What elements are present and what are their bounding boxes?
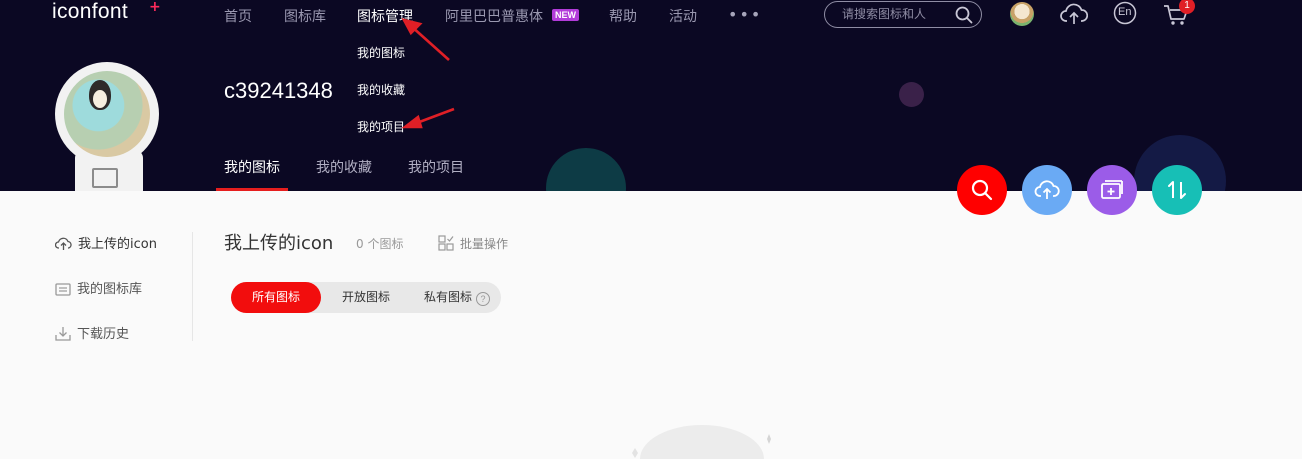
profile-username: c39241348 bbox=[224, 78, 333, 103]
iconfont-logo[interactable]: iconfont bbox=[52, 0, 128, 24]
search-icon[interactable] bbox=[955, 6, 973, 24]
nav-icon-management[interactable]: 图标管理 bbox=[357, 6, 413, 26]
profile-avatar[interactable] bbox=[55, 62, 159, 166]
batch-operation-label: 批量操作 bbox=[460, 237, 509, 251]
add-project-action-button[interactable] bbox=[1087, 165, 1137, 215]
sidebar-item-label: 下载历史 bbox=[77, 327, 130, 342]
download-icon bbox=[55, 327, 71, 341]
sidebar-item-label: 我的图标库 bbox=[77, 282, 143, 297]
search-box[interactable] bbox=[824, 1, 982, 28]
more-menu-icon[interactable]: ••• bbox=[728, 5, 762, 24]
section-title: 我上传的icon bbox=[224, 233, 334, 254]
upload-action-button[interactable] bbox=[1022, 165, 1072, 215]
library-icon bbox=[55, 283, 71, 296]
batch-grid-icon bbox=[438, 235, 454, 251]
tab-my-collections[interactable]: 我的收藏 bbox=[316, 157, 372, 177]
filter-private-label: 私有图标 bbox=[423, 290, 472, 304]
decorative-bubble bbox=[546, 148, 626, 191]
tab-my-icons[interactable]: 我的图标 bbox=[224, 157, 280, 177]
dropdown-my-icons[interactable]: 我的图标 bbox=[357, 44, 405, 61]
dropdown-my-collections[interactable]: 我的收藏 bbox=[357, 81, 405, 98]
search-input[interactable] bbox=[842, 7, 952, 21]
sidebar-item-uploaded-icons[interactable]: 我上传的icon bbox=[54, 233, 157, 252]
new-badge: NEW bbox=[552, 9, 579, 21]
icon-count: 0 个图标 bbox=[356, 237, 404, 251]
user-avatar[interactable] bbox=[1010, 2, 1034, 26]
penguin-belly bbox=[93, 90, 107, 108]
logo-plus-mark: + bbox=[149, 0, 161, 15]
active-tab-indicator bbox=[216, 188, 288, 191]
language-label: En bbox=[1118, 6, 1132, 18]
sidebar-item-download-history[interactable]: 下载历史 bbox=[55, 323, 129, 342]
sidebar-divider bbox=[192, 232, 193, 341]
filter-private-icons[interactable]: 私有图标? bbox=[415, 282, 499, 313]
dropdown-my-projects[interactable]: 我的项目 bbox=[357, 118, 405, 135]
sidebar-item-label: 我上传的icon bbox=[78, 237, 157, 252]
nav-icon-library[interactable]: 图标库 bbox=[284, 6, 326, 26]
batch-operation-button[interactable]: 批量操作 bbox=[438, 235, 508, 252]
sort-arrows-icon bbox=[1168, 181, 1186, 199]
sidebar-item-icon-library[interactable]: 我的图标库 bbox=[55, 278, 142, 297]
nav-alibaba-puhuiti[interactable]: 阿里巴巴普惠体 bbox=[445, 6, 543, 26]
upload-cloud-icon[interactable] bbox=[1060, 1, 1088, 27]
decorative-bubble bbox=[899, 82, 924, 107]
empty-state-illustration bbox=[632, 425, 771, 459]
top-header: iconfont + 首页 图标库 图标管理 阿里巴巴普惠体 NEW 帮助 活动… bbox=[0, 0, 1302, 191]
filter-public-icons[interactable]: 开放图标 bbox=[327, 282, 405, 313]
filter-all-icons[interactable]: 所有图标 bbox=[231, 282, 321, 313]
help-icon[interactable]: ? bbox=[476, 292, 490, 306]
nav-help[interactable]: 帮助 bbox=[609, 6, 637, 26]
search-icon bbox=[971, 179, 993, 201]
astronaut-chest-panel bbox=[92, 168, 118, 188]
sort-action-button[interactable] bbox=[1152, 165, 1202, 215]
upload-cloud-icon bbox=[1034, 180, 1060, 199]
icon-filter-tabs: 所有图标 开放图标 私有图标? bbox=[231, 282, 501, 313]
add-project-icon bbox=[1101, 180, 1123, 199]
search-action-button[interactable] bbox=[957, 165, 1007, 215]
nav-home[interactable]: 首页 bbox=[224, 6, 252, 26]
tab-my-projects[interactable]: 我的项目 bbox=[408, 157, 464, 177]
nav-activity[interactable]: 活动 bbox=[669, 6, 697, 26]
cart-count-badge: 1 bbox=[1179, 0, 1195, 14]
upload-cloud-icon bbox=[54, 237, 72, 250]
